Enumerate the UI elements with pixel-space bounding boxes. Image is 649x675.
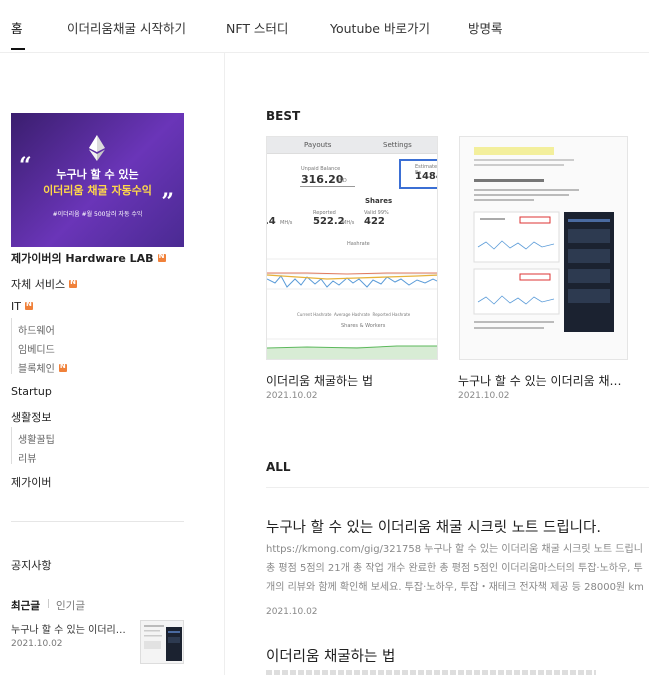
category-label: 리뷰: [18, 454, 37, 465]
new-badge-icon: [58, 362, 67, 372]
best-heading: BEST: [266, 109, 301, 123]
best-card-1-title[interactable]: 이더리움 채굴하는 법: [266, 372, 438, 389]
best-card-2-image[interactable]: [459, 136, 628, 360]
post-1-excerpt-line: 개의 리뷰와 함께 확인해 보세요. 투잡·노하우, 투잡・재테크 전자책 제공…: [266, 582, 644, 593]
thumbnail-image: [141, 621, 183, 663]
mock-reported-value: 522.2: [313, 216, 345, 227]
post-1-excerpt-line: 총 평점 5점의 21개 총 작업 개수 완료한 총 평점 5점인 이더리움마스…: [266, 563, 643, 574]
nav-home[interactable]: 홈: [11, 18, 23, 37]
category-label: 자체 서비스: [11, 278, 66, 291]
category-label: 생활정보: [11, 411, 52, 424]
category-label: 하드웨어: [18, 326, 55, 337]
nav-active-indicator: [11, 48, 25, 50]
banner-line2: 이더리움 채굴 자동수익: [43, 184, 152, 197]
best-card-1-date: 2021.10.02: [266, 391, 318, 401]
best-card-2-title[interactable]: 누구나 할 수 있는 이더리움 채…: [458, 372, 628, 389]
all-heading: ALL: [266, 460, 291, 474]
subcategory-guide: [11, 427, 12, 464]
post-2-excerpt-cutoff: [266, 670, 596, 675]
tab-popular-posts[interactable]: 인기글: [56, 598, 85, 613]
nav-nft-study[interactable]: NFT 스터디: [226, 18, 288, 37]
category-startup[interactable]: Startup: [11, 385, 52, 398]
sidebar-divider: [224, 53, 225, 675]
blog-title: 제가이버의 Hardware LAB: [11, 252, 154, 265]
new-badge-icon: [69, 278, 78, 288]
notice-heading[interactable]: 공지사항: [11, 557, 51, 573]
category-embedded[interactable]: 임베디드: [18, 341, 55, 356]
post-1-date: 2021.10.02: [266, 607, 318, 617]
mock-left-value: .4: [266, 216, 276, 227]
mock-hashrate-label: Hashrate: [347, 241, 370, 247]
top-navigation: 홈 이더리움채굴 시작하기 NFT 스터디 Youtube 바로가기 방명록: [0, 0, 649, 53]
mock-legend-current: Current Hashrate: [297, 312, 332, 317]
blog-title-link[interactable]: 제가이버의 Hardware LAB: [11, 250, 166, 266]
category-self-service[interactable]: 자체 서비스: [11, 276, 78, 292]
tab-recent-posts[interactable]: 최근글: [11, 598, 40, 613]
banner-line1: 누구나 할 수 있는: [56, 168, 139, 181]
mock-tab-bar: Payouts Settings: [267, 137, 437, 154]
category-life-info[interactable]: 생활정보: [11, 409, 51, 425]
post-1-title[interactable]: 누구나 할 수 있는 이더리움 채굴 시크릿 노트 드립니다.: [266, 516, 601, 537]
recent-post-title[interactable]: 누구나 할 수 있는 이더리…: [11, 621, 131, 636]
mock-document-image: [460, 137, 627, 359]
new-badge-icon: [157, 252, 166, 262]
subcategory-guide: [11, 318, 12, 374]
mock-left-unit: MH/s: [280, 220, 293, 226]
mock-unpaid-label: Unpaid Balance: [301, 166, 341, 172]
category-jegyver[interactable]: 제가이버: [11, 474, 51, 490]
nav-guestbook[interactable]: 방명록: [468, 18, 503, 37]
mock-shares-label: Shares: [365, 197, 393, 205]
mock-underline: [300, 186, 355, 187]
blog-banner[interactable]: “ ” 누구나 할 수 있는 이더리움 채굴 자동수익 #이더리움 #월 500…: [11, 113, 184, 247]
category-label: IT: [11, 300, 21, 313]
mock-tab-payouts: Payouts: [304, 141, 332, 149]
best-card-2-date: 2021.10.02: [458, 391, 510, 401]
category-review[interactable]: 리뷰: [18, 450, 36, 465]
post-2-title[interactable]: 이더리움 채굴하는 법: [266, 645, 395, 666]
category-label: Startup: [11, 385, 52, 398]
recent-post-date: 2021.10.02: [11, 639, 63, 649]
mock-tab-settings: Settings: [383, 141, 412, 149]
new-badge-icon: [24, 300, 33, 310]
mock-legend: Current Hashrate Average Hashrate Report…: [297, 312, 410, 317]
mock-shares-chart: [267, 338, 437, 359]
mock-hashrate-chart: [267, 258, 437, 290]
nav-youtube[interactable]: Youtube 바로가기: [330, 18, 430, 37]
sidebar-divider-horizontal: [11, 521, 184, 522]
tab-separator: |: [47, 599, 51, 609]
mock-workers-label: Shares & Workers: [341, 323, 386, 329]
category-it[interactable]: IT: [11, 300, 33, 313]
banner-line3: #이더리움 #월 500달러 자동 수익: [52, 211, 143, 218]
category-label: 제가이버: [11, 476, 52, 489]
category-life-tips[interactable]: 생활꿀팁: [18, 431, 55, 446]
category-hardware[interactable]: 하드웨어: [18, 322, 55, 337]
category-blockchain[interactable]: 블록체인: [18, 360, 67, 375]
mock-estimated-box: Estimated Ea 1484.: [399, 159, 437, 189]
best-card-1-image[interactable]: Payouts Settings Unpaid Balance 316.20 U…: [266, 136, 438, 360]
category-label: 생활꿀팁: [18, 435, 55, 446]
mock-unpaid-unit: USD: [336, 178, 347, 184]
category-label: 임베디드: [18, 345, 55, 356]
mock-reported-unit: MH/s: [342, 220, 355, 226]
mock-estimated-value: 1484.: [415, 171, 437, 182]
mock-legend-reported: Reported Hashrate: [372, 312, 411, 317]
recent-post-thumbnail[interactable]: [140, 620, 184, 664]
mock-legend-average: Average Hashrate: [334, 312, 370, 317]
category-label: 블록체인: [18, 364, 55, 375]
post-1-excerpt[interactable]: https://kmong.com/gig/321758 누구나 할 수 있는 …: [266, 540, 649, 597]
all-divider: [266, 487, 649, 488]
ethereum-logo-icon: [89, 135, 105, 161]
post-1-excerpt-line: https://kmong.com/gig/321758 누구나 할 수 있는 …: [266, 544, 643, 555]
nav-ethereum-mining-start[interactable]: 이더리움채굴 시작하기: [67, 18, 186, 37]
mock-valid-value: 422: [364, 216, 385, 227]
